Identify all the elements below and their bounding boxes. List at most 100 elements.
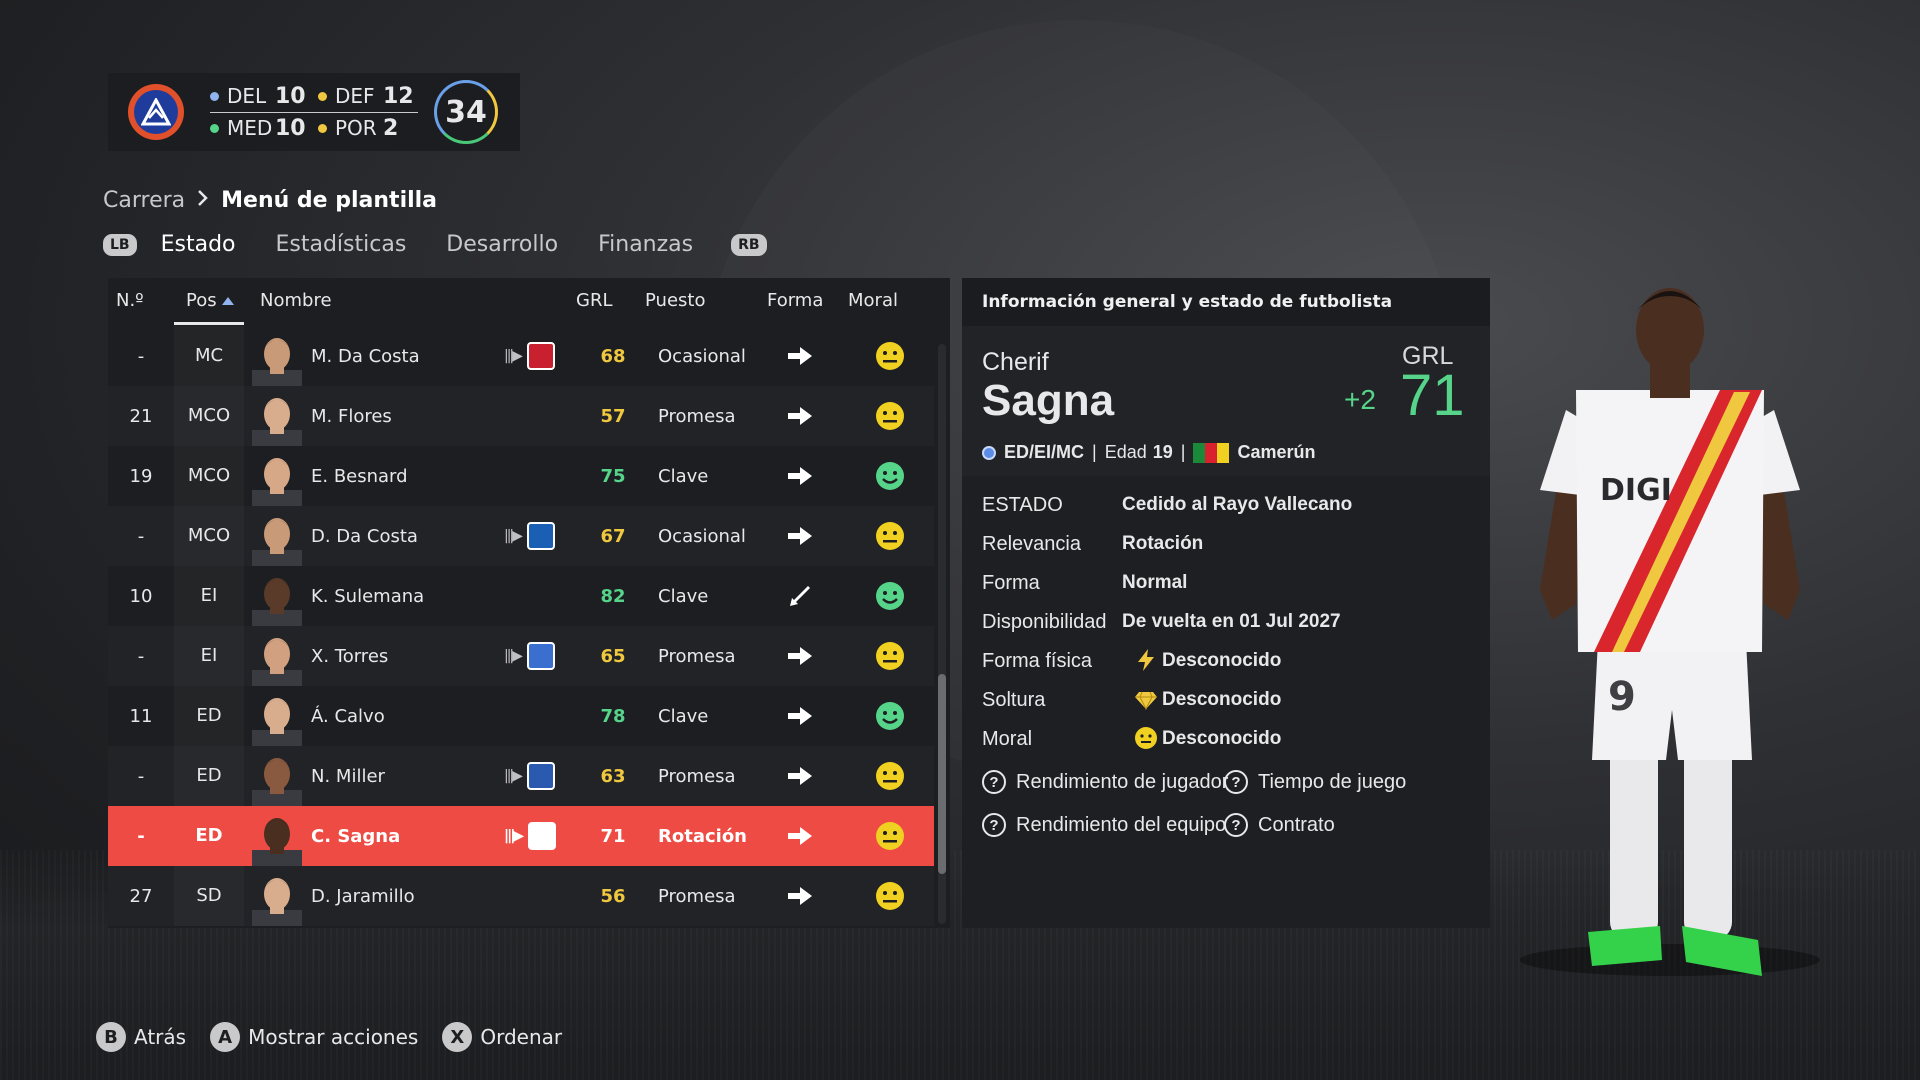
meta-divider: | (1180, 442, 1186, 462)
chevron-right-icon (197, 188, 209, 213)
link-rendimiento-equipo[interactable]: ? Rendimiento del equipo (982, 813, 1226, 837)
player-position: ED (174, 686, 244, 746)
count-value: 12 (383, 83, 414, 109)
table-row[interactable]: - EI X. Torres |||▶ 65 Promesa (108, 626, 934, 686)
player-name[interactable]: Á. Calvo (311, 706, 385, 727)
squad-table: N.º Pos Nombre GRL Puesto Forma Moral - M… (108, 278, 950, 928)
player-grl: 71 (600, 825, 626, 847)
player-number: 11 (129, 705, 153, 727)
info-body: ESTADO Cedido al Rayo Vallecano Relevanc… (962, 476, 1490, 928)
rb-button-icon[interactable]: RB (731, 233, 767, 256)
sort-button[interactable]: X Ordenar (442, 1022, 562, 1052)
tab-estadisticas[interactable]: Estadísticas (276, 232, 407, 257)
player-role: Clave (658, 465, 709, 487)
player-name[interactable]: K. Sulemana (311, 586, 424, 607)
right-arrow-icon (788, 827, 812, 845)
question-icon: ? (1224, 813, 1248, 837)
loan-arrow-icon: |||▶ (504, 768, 523, 784)
table-row[interactable]: - MC M. Da Costa |||▶ 68 Ocasional (108, 326, 934, 386)
disponibilidad-label: Disponibilidad (982, 611, 1107, 633)
link-label: Rendimiento del equipo (1016, 813, 1227, 836)
loan-club-crest-icon (526, 522, 555, 550)
sort-ascending-icon (221, 297, 234, 305)
player-name[interactable]: D. Da Costa (311, 526, 418, 547)
table-row[interactable]: - ED C. Sagna |||▶ 71 Rotación (108, 806, 934, 866)
table-row[interactable]: 10 EI K. Sulemana 82 Clave (108, 566, 934, 626)
header-name[interactable]: Nombre (260, 290, 332, 311)
player-face-icon (252, 458, 302, 506)
neutral-face-icon (876, 342, 904, 370)
player-position: ED (195, 825, 223, 846)
loan-arrow-icon: |||▶ (504, 648, 523, 664)
link-contrato[interactable]: ? Contrato (1224, 813, 1335, 837)
loan-club-crest-icon (526, 342, 555, 370)
header-form[interactable]: Forma (767, 290, 823, 311)
sort-label: Ordenar (480, 1025, 563, 1049)
player-name[interactable]: D. Jaramillo (311, 886, 415, 907)
player-face-icon (252, 638, 302, 686)
por-dot (318, 123, 327, 133)
table-row[interactable]: 27 SD D. Jaramillo 56 Promesa (108, 866, 934, 926)
table-header: N.º Pos Nombre GRL Puesto Forma Moral (108, 278, 950, 325)
back-button[interactable]: B Atrás (96, 1022, 186, 1052)
count-por: POR 2 (318, 116, 418, 141)
player-meta: ED/EI/MC | Edad 19 | Camerún (982, 442, 1316, 463)
header-grl[interactable]: GRL (576, 290, 612, 311)
player-name[interactable]: E. Besnard (311, 466, 408, 487)
neutral-face-icon (876, 822, 904, 850)
show-actions-button[interactable]: A Mostrar acciones (210, 1022, 418, 1052)
tab-estado[interactable]: Estado (161, 232, 236, 257)
player-number: - (137, 345, 145, 367)
player-number: - (137, 825, 145, 847)
tab-finanzas[interactable]: Finanzas (598, 232, 693, 257)
player-position: EI (174, 626, 244, 686)
player-name[interactable]: X. Torres (311, 646, 388, 667)
scrollbar-thumb[interactable] (938, 674, 946, 874)
table-scrollbar[interactable] (938, 344, 946, 924)
breadcrumb-parent[interactable]: Carrera (103, 188, 185, 213)
meta-divider: | (1092, 442, 1097, 462)
loan-club-crest-icon (526, 762, 555, 790)
loan-indicator: |||▶ (504, 762, 555, 790)
player-name[interactable]: N. Miller (311, 766, 385, 787)
tab-desarrollo[interactable]: Desarrollo (446, 232, 558, 257)
player-role: Promesa (658, 885, 736, 907)
diamond-icon (1135, 691, 1157, 711)
lightning-icon (1138, 649, 1154, 671)
link-tiempo-juego[interactable]: ? Tiempo de juego (1224, 770, 1406, 794)
player-name[interactable]: M. Da Costa (311, 346, 420, 367)
page-title: Menú de plantilla (221, 188, 438, 213)
header-position[interactable]: Pos (186, 290, 235, 311)
forma-value: Normal (1122, 572, 1188, 593)
relevancia-value: Rotación (1122, 533, 1204, 554)
link-rendimiento-jugador[interactable]: ? Rendimiento de jugador (982, 770, 1228, 794)
question-icon: ? (1224, 770, 1248, 794)
squad-total: 34 (434, 80, 498, 144)
lb-button-icon[interactable]: LB (103, 233, 137, 256)
table-row[interactable]: - ED N. Miller |||▶ 63 Promesa (108, 746, 934, 806)
link-label: Rendimiento de jugador (1016, 770, 1229, 793)
player-number: 19 (129, 465, 153, 487)
player-info-panel: Información general y estado de futbolis… (962, 278, 1490, 928)
right-arrow-icon (788, 527, 812, 545)
header-number[interactable]: N.º (116, 290, 144, 311)
player-name[interactable]: M. Flores (311, 406, 392, 427)
sort-underline (174, 322, 244, 325)
right-arrow-icon (788, 707, 812, 725)
count-value: 10 (275, 115, 306, 141)
table-row[interactable]: 21 MCO M. Flores 57 Promesa (108, 386, 934, 446)
count-label: DEF (335, 84, 375, 108)
disponibilidad-value: De vuelta en 01 Jul 2027 (1122, 611, 1341, 632)
right-arrow-icon (788, 467, 812, 485)
player-face-icon (252, 578, 302, 626)
player-grl: 65 (600, 645, 626, 667)
table-row[interactable]: 19 MCO E. Besnard 75 Clave (108, 446, 934, 506)
header-moral[interactable]: Moral (848, 290, 898, 311)
header-role[interactable]: Puesto (645, 290, 705, 311)
grl-delta: +2 (1344, 384, 1376, 415)
player-name[interactable]: C. Sagna (311, 826, 400, 847)
table-row[interactable]: 11 ED Á. Calvo 78 Clave (108, 686, 934, 746)
count-def: DEF 12 (318, 84, 418, 109)
down-left-arrow-icon (790, 586, 810, 606)
table-row[interactable]: - MCO D. Da Costa |||▶ 67 Ocasional (108, 506, 934, 566)
